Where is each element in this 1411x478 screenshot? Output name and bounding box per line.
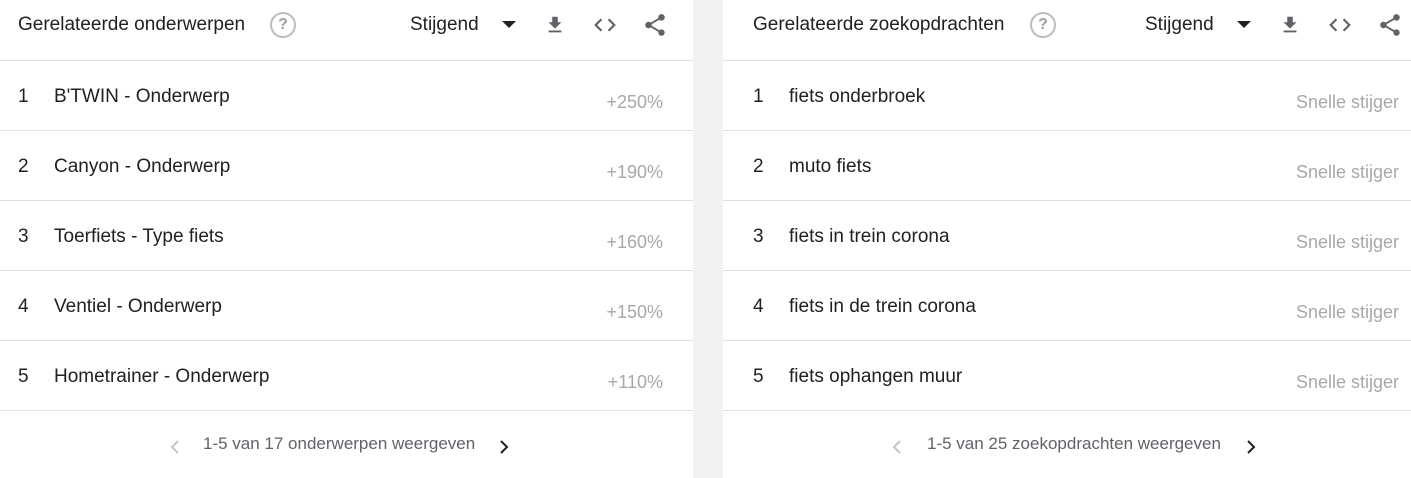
rank-number: 1 bbox=[753, 86, 764, 107]
panel-header: Gerelateerde onderwerpen ? Stijgend bbox=[0, 0, 693, 61]
rank-number: 5 bbox=[753, 366, 764, 387]
panel-title: Gerelateerde zoekopdrachten bbox=[753, 14, 1005, 35]
topic-label[interactable]: B'TWIN - Onderwerp bbox=[54, 86, 230, 108]
download-icon[interactable] bbox=[540, 10, 570, 40]
chevron-left-icon bbox=[165, 437, 185, 457]
list-item[interactable]: 5 Hometrainer - Onderwerp +110% bbox=[0, 341, 693, 411]
breakout-badge: Snelle stijger bbox=[1295, 162, 1399, 182]
related-topics-panel: Gerelateerde onderwerpen ? Stijgend 1 B'… bbox=[0, 0, 693, 478]
help-icon[interactable]: ? bbox=[270, 12, 296, 38]
list-item[interactable]: 4 Ventiel - Onderwerp +150% bbox=[0, 271, 693, 341]
query-label[interactable]: fiets in de trein corona bbox=[789, 296, 976, 318]
list-item[interactable]: 4 fiets in de trein corona Snelle stijge… bbox=[723, 271, 1411, 341]
panel-title: Gerelateerde onderwerpen bbox=[18, 14, 246, 35]
breakout-badge: Snelle stijger bbox=[1295, 232, 1399, 252]
download-icon[interactable] bbox=[1275, 10, 1305, 40]
query-label[interactable]: fiets ophangen muur bbox=[789, 366, 962, 388]
list-item[interactable]: 3 Toerfiets - Type fiets +160% bbox=[0, 201, 693, 271]
dropdown-caret-icon[interactable] bbox=[1237, 21, 1251, 28]
rank-number: 2 bbox=[753, 156, 764, 177]
embed-code-icon[interactable] bbox=[1325, 10, 1355, 40]
list-item[interactable]: 1 fiets onderbroek Snelle stijger bbox=[723, 61, 1411, 131]
share-icon[interactable] bbox=[1375, 10, 1405, 40]
topic-label[interactable]: Canyon - Onderwerp bbox=[54, 156, 230, 178]
pagination-text: 1-5 van 25 zoekopdrachten weergeven bbox=[927, 434, 1221, 453]
panel-header: Gerelateerde zoekopdrachten ? Stijgend bbox=[723, 0, 1411, 61]
rank-number: 3 bbox=[753, 226, 764, 247]
breakout-badge: Snelle stijger bbox=[1295, 302, 1399, 322]
share-icon[interactable] bbox=[640, 10, 670, 40]
rank-number: 4 bbox=[753, 296, 764, 317]
query-label[interactable]: fiets in trein corona bbox=[789, 226, 950, 248]
rank-number: 3 bbox=[18, 226, 29, 247]
topic-label[interactable]: Hometrainer - Onderwerp bbox=[54, 366, 269, 388]
query-label[interactable]: muto fiets bbox=[789, 156, 871, 178]
rank-number: 1 bbox=[18, 86, 29, 107]
increase-value: +150% bbox=[606, 302, 663, 322]
list-item[interactable]: 3 fiets in trein corona Snelle stijger bbox=[723, 201, 1411, 271]
list-item[interactable]: 1 B'TWIN - Onderwerp +250% bbox=[0, 61, 693, 131]
increase-value: +250% bbox=[606, 92, 663, 112]
embed-code-icon[interactable] bbox=[590, 10, 620, 40]
topic-label[interactable]: Ventiel - Onderwerp bbox=[54, 296, 222, 318]
breakout-badge: Snelle stijger bbox=[1295, 372, 1399, 392]
dropdown-caret-icon[interactable] bbox=[502, 21, 516, 28]
increase-value: +160% bbox=[606, 232, 663, 252]
list-item[interactable]: 5 fiets ophangen muur Snelle stijger bbox=[723, 341, 1411, 411]
rank-number: 5 bbox=[18, 366, 29, 387]
list-item[interactable]: 2 muto fiets Snelle stijger bbox=[723, 131, 1411, 201]
sort-dropdown[interactable]: Stijgend bbox=[410, 14, 479, 36]
topic-label[interactable]: Toerfiets - Type fiets bbox=[54, 226, 224, 248]
query-label[interactable]: fiets onderbroek bbox=[789, 86, 925, 108]
chevron-right-icon[interactable] bbox=[494, 437, 514, 457]
chevron-left-icon bbox=[887, 437, 907, 457]
increase-value: +190% bbox=[606, 162, 663, 182]
list-item[interactable]: 2 Canyon - Onderwerp +190% bbox=[0, 131, 693, 201]
sort-dropdown[interactable]: Stijgend bbox=[1145, 14, 1214, 36]
chevron-right-icon[interactable] bbox=[1241, 437, 1261, 457]
rank-number: 2 bbox=[18, 156, 29, 177]
related-queries-panel: Gerelateerde zoekopdrachten ? Stijgend 1… bbox=[723, 0, 1411, 478]
breakout-badge: Snelle stijger bbox=[1295, 92, 1399, 112]
rank-number: 4 bbox=[18, 296, 29, 317]
increase-value: +110% bbox=[607, 372, 663, 392]
pagination-text: 1-5 van 17 onderwerpen weergeven bbox=[203, 434, 476, 453]
help-icon[interactable]: ? bbox=[1030, 12, 1056, 38]
